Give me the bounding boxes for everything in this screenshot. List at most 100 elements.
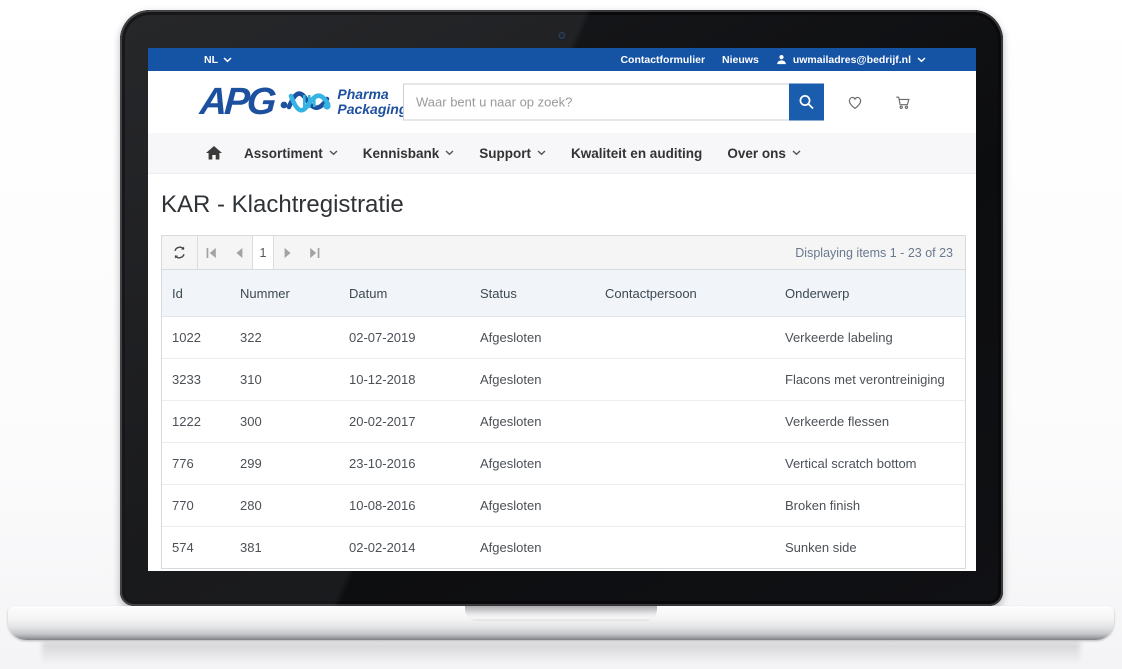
page-content: KAR - Klachtregistratie <box>148 191 976 569</box>
last-page-button[interactable] <box>301 236 328 269</box>
column-header-contactpersoon[interactable]: Contactpersoon <box>595 270 775 317</box>
cell-datum: 02-02-2014 <box>339 527 470 569</box>
cell-contactpersoon <box>595 359 775 401</box>
current-page[interactable]: 1 <box>252 236 274 269</box>
cell-onderwerp: Flacons met verontreiniging <box>775 359 965 401</box>
nav-item-label: Assortiment <box>244 146 323 161</box>
logo-acronym: APG <box>199 83 275 121</box>
cell-nummer: 280 <box>230 485 339 527</box>
laptop-lid-notch <box>465 606 657 621</box>
column-header-status[interactable]: Status <box>470 270 595 317</box>
language-label: NL <box>204 54 218 66</box>
first-page-icon <box>206 248 217 258</box>
cell-nummer: 310 <box>230 359 339 401</box>
topbar-links: Contactformulier Nieuws uwmailadres@bedr… <box>620 54 926 66</box>
account-menu[interactable]: uwmailadres@bedrijf.nl <box>776 54 926 66</box>
refresh-button[interactable] <box>162 236 198 269</box>
column-header-id[interactable]: Id <box>162 270 230 317</box>
nav-item-label: Kennisbank <box>363 146 440 161</box>
next-page-button[interactable] <box>274 236 301 269</box>
column-header-datum[interactable]: Datum <box>339 270 470 317</box>
cell-status: Afgesloten <box>470 401 595 443</box>
complaints-table: Id Nummer Datum Status Contactpersoon On… <box>162 270 965 568</box>
nav-item-label: Kwaliteit en auditing <box>571 146 702 161</box>
account-email: uwmailadres@bedrijf.nl <box>793 54 911 66</box>
cell-onderwerp: Sunken side <box>775 527 965 569</box>
column-header-onderwerp[interactable]: Onderwerp <box>775 270 965 317</box>
main-nav: Assortiment Kennisbank Support Kwaliteit… <box>148 133 976 174</box>
topbar: NL Contactformulier Nieuws uwmailadres@b… <box>148 48 976 71</box>
next-page-icon <box>284 248 292 258</box>
cell-datum: 02-07-2019 <box>339 317 470 359</box>
cell-nummer: 299 <box>230 443 339 485</box>
grid-pager: 1 Displaying items 1 - 23 of 23 <box>162 236 965 270</box>
column-header-nummer[interactable]: Nummer <box>230 270 339 317</box>
nav-item-assortiment[interactable]: Assortiment <box>244 146 338 161</box>
table-row[interactable]: 1022 322 02-07-2019 Afgesloten Verkeerde… <box>162 317 965 359</box>
cart-icon <box>894 89 912 115</box>
page-title: KAR - Klachtregistratie <box>161 191 966 219</box>
cell-onderwerp: Broken finish <box>775 485 965 527</box>
prev-page-icon <box>235 248 243 258</box>
cell-id: 3233 <box>162 359 230 401</box>
language-selector[interactable]: NL <box>204 54 232 66</box>
user-icon <box>776 54 787 65</box>
heart-icon <box>846 89 864 115</box>
cell-datum: 10-12-2018 <box>339 359 470 401</box>
cell-contactpersoon <box>595 317 775 359</box>
cell-nummer: 381 <box>230 527 339 569</box>
dna-icon <box>279 82 331 122</box>
first-page-button[interactable] <box>198 236 225 269</box>
laptop-screen: NL Contactformulier Nieuws uwmailadres@b… <box>148 48 976 571</box>
nav-home[interactable] <box>206 146 222 160</box>
nav-item-label: Over ons <box>727 146 786 161</box>
logo[interactable]: APG Pharma Packaging <box>200 82 407 122</box>
cell-datum: 10-08-2016 <box>339 485 470 527</box>
cell-id: 770 <box>162 485 230 527</box>
cell-onderwerp: Verkeerde flessen <box>775 401 965 443</box>
pager-status: Displaying items 1 - 23 of 23 <box>795 246 953 260</box>
news-link[interactable]: Nieuws <box>722 54 759 66</box>
cart-button[interactable] <box>888 87 918 117</box>
cell-contactpersoon <box>595 527 775 569</box>
cell-nummer: 300 <box>230 401 339 443</box>
search-input[interactable] <box>403 84 789 121</box>
laptop-reflection <box>42 642 1080 664</box>
cell-nummer: 322 <box>230 317 339 359</box>
table-row[interactable]: 776 299 23-10-2016 Afgesloten Vertical s… <box>162 443 965 485</box>
cell-id: 1222 <box>162 401 230 443</box>
nav-item-support[interactable]: Support <box>479 146 546 161</box>
logo-subtitle-line2: Packaging <box>337 102 407 117</box>
prev-page-button[interactable] <box>225 236 252 269</box>
nav-item-label: Support <box>479 146 531 161</box>
chevron-down-icon <box>792 150 801 156</box>
laptop-lid: NL Contactformulier Nieuws uwmailadres@b… <box>120 10 1003 606</box>
laptop-mockup: NL Contactformulier Nieuws uwmailadres@b… <box>0 0 1122 669</box>
table-header-row: Id Nummer Datum Status Contactpersoon On… <box>162 270 965 317</box>
cell-status: Afgesloten <box>470 359 595 401</box>
cell-datum: 20-02-2017 <box>339 401 470 443</box>
chevron-down-icon <box>917 57 926 63</box>
cell-id: 574 <box>162 527 230 569</box>
table-row[interactable]: 770 280 10-08-2016 Afgesloten Broken fin… <box>162 485 965 527</box>
wishlist-button[interactable] <box>840 87 870 117</box>
nav-item-over-ons[interactable]: Over ons <box>727 146 801 161</box>
search-icon <box>798 94 815 111</box>
refresh-icon <box>172 245 187 260</box>
chevron-down-icon <box>445 150 454 156</box>
contact-link[interactable]: Contactformulier <box>620 54 705 66</box>
cell-id: 776 <box>162 443 230 485</box>
webcam-dot <box>558 32 565 39</box>
table-row[interactable]: 574 381 02-02-2014 Afgesloten Sunken sid… <box>162 527 965 569</box>
cell-datum: 23-10-2016 <box>339 443 470 485</box>
table-row[interactable]: 3233 310 10-12-2018 Afgesloten Flacons m… <box>162 359 965 401</box>
nav-item-kennisbank[interactable]: Kennisbank <box>363 146 455 161</box>
nav-item-kwaliteit-en-auditing[interactable]: Kwaliteit en auditing <box>571 146 702 161</box>
cell-status: Afgesloten <box>470 317 595 359</box>
search-button[interactable] <box>789 84 824 121</box>
cell-contactpersoon <box>595 485 775 527</box>
table-row[interactable]: 1222 300 20-02-2017 Afgesloten Verkeerde… <box>162 401 965 443</box>
cell-onderwerp: Verkeerde labeling <box>775 317 965 359</box>
laptop-base <box>8 606 1114 640</box>
site-header: APG Pharma Packaging <box>148 71 976 133</box>
